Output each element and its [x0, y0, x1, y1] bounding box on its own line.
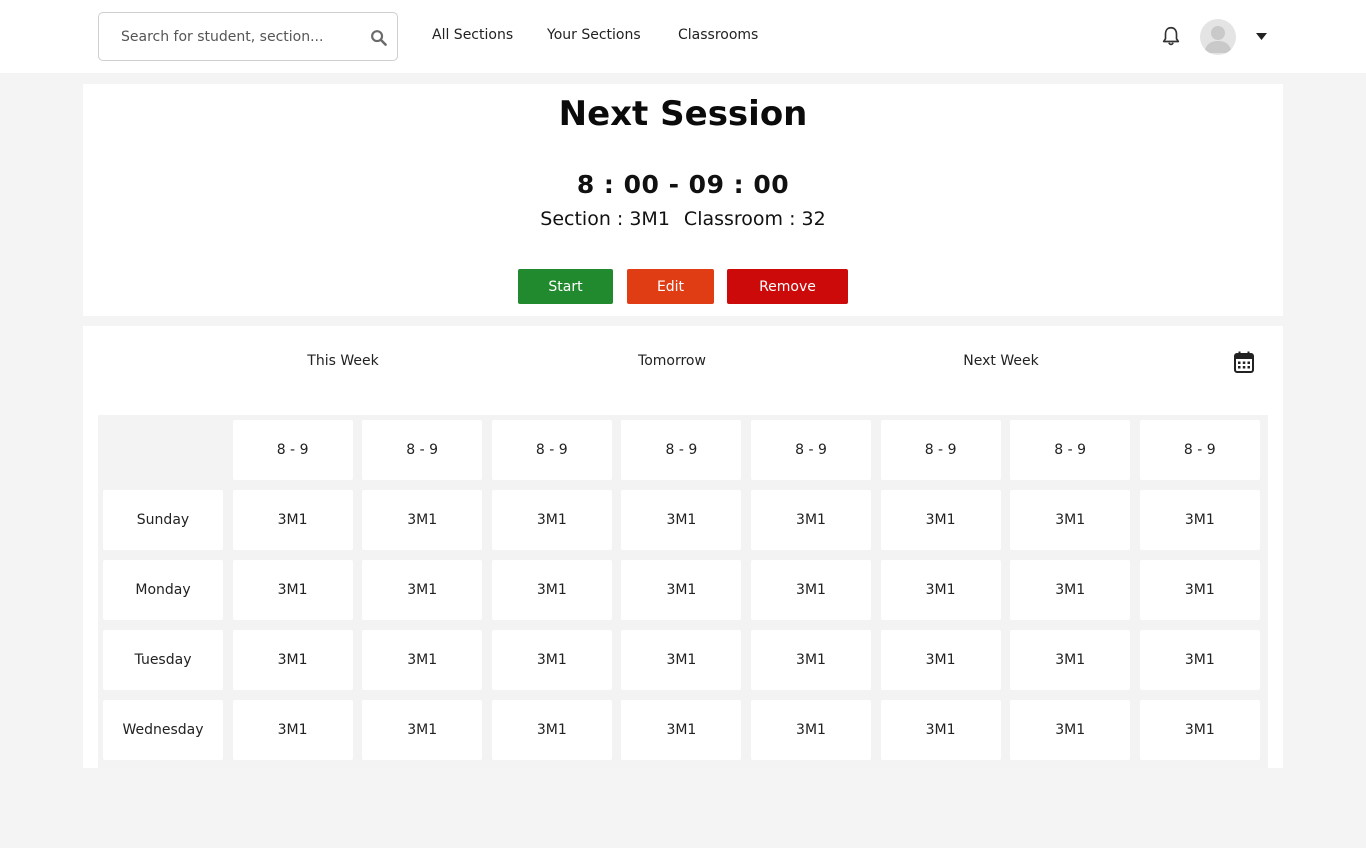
time-slot-header: 8 - 9 [751, 420, 871, 480]
schedule-cell[interactable]: 3M1 [880, 700, 1001, 760]
schedule-cell[interactable]: 3M1 [751, 560, 871, 620]
schedule-cell[interactable]: 3M1 [1010, 560, 1131, 620]
time-slot-header: 8 - 9 [362, 420, 483, 480]
search-icon[interactable] [370, 29, 387, 46]
time-slot-header: 8 - 9 [621, 420, 742, 480]
schedule-cell[interactable]: 3M1 [1010, 490, 1131, 550]
time-slot-header: 8 - 9 [1139, 420, 1260, 480]
schedule-cell[interactable]: 3M1 [491, 490, 612, 550]
schedule-cell[interactable]: 3M1 [751, 630, 871, 690]
schedule-cell[interactable]: 3M1 [621, 560, 742, 620]
caret-down-icon[interactable] [1255, 32, 1268, 41]
schedule-cell[interactable]: 3M1 [362, 490, 483, 550]
schedule-cell[interactable]: 3M1 [751, 700, 871, 760]
schedule-grid: 8 - 98 - 98 - 98 - 98 - 98 - 98 - 98 - 9… [98, 415, 1268, 768]
schedule-card: This Week Tomorrow Next Week 8 - 98 - 98… [83, 326, 1283, 768]
schedule-cell[interactable]: 3M1 [880, 490, 1001, 550]
nav-all-sections[interactable]: All Sections [432, 27, 513, 43]
schedule-cell[interactable]: 3M1 [232, 700, 353, 760]
schedule-cell[interactable]: 3M1 [880, 630, 1001, 690]
time-slot-header: 8 - 9 [491, 420, 612, 480]
user-avatar-icon[interactable] [1200, 19, 1236, 55]
calendar-icon[interactable] [1234, 351, 1254, 373]
top-navigation-bar: All Sections Your Sections Classrooms [0, 0, 1366, 73]
start-button[interactable]: Start [518, 269, 613, 304]
session-classroom: Classroom : 32 [683, 208, 826, 230]
day-label: Wednesday [103, 700, 223, 760]
schedule-cell[interactable]: 3M1 [751, 490, 871, 550]
tab-next-week[interactable]: Next Week [921, 353, 1081, 369]
schedule-cell[interactable]: 3M1 [491, 630, 612, 690]
schedule-cell[interactable]: 3M1 [232, 630, 353, 690]
schedule-cell[interactable]: 3M1 [621, 630, 742, 690]
schedule-cell[interactable]: 3M1 [880, 560, 1001, 620]
schedule-cell[interactable]: 3M1 [362, 630, 483, 690]
schedule-cell[interactable]: 3M1 [1139, 560, 1260, 620]
remove-button[interactable]: Remove [727, 269, 848, 304]
schedule-cell[interactable]: 3M1 [362, 700, 483, 760]
schedule-cell[interactable]: 3M1 [1139, 700, 1260, 760]
schedule-cell[interactable]: 3M1 [1139, 630, 1260, 690]
nav-your-sections[interactable]: Your Sections [547, 27, 641, 43]
search-box [98, 12, 398, 61]
day-label: Sunday [103, 490, 223, 550]
schedule-cell[interactable]: 3M1 [1139, 490, 1260, 550]
tab-this-week[interactable]: This Week [263, 353, 423, 369]
schedule-cell[interactable]: 3M1 [491, 700, 612, 760]
schedule-cell[interactable]: 3M1 [362, 560, 483, 620]
schedule-cell[interactable]: 3M1 [232, 560, 353, 620]
bell-icon[interactable] [1160, 25, 1182, 47]
session-section: Section : 3M1 [540, 208, 670, 230]
edit-button[interactable]: Edit [627, 269, 714, 304]
next-session-card: Next Session 8 : 00 - 09 : 00 Section : … [83, 84, 1283, 316]
schedule-cell[interactable]: 3M1 [1010, 700, 1131, 760]
time-slot-header: 8 - 9 [880, 420, 1001, 480]
next-session-title: Next Session [558, 94, 808, 134]
session-details: Section : 3M1 Classroom : 32 [83, 208, 1283, 230]
session-time: 8 : 00 - 09 : 00 [576, 170, 790, 199]
day-label: Monday [103, 560, 223, 620]
day-label: Tuesday [103, 630, 223, 690]
schedule-cell[interactable]: 3M1 [491, 560, 612, 620]
search-input[interactable] [121, 13, 361, 60]
time-slot-header: 8 - 9 [1010, 420, 1131, 480]
time-slot-header: 8 - 9 [232, 420, 353, 480]
schedule-cell[interactable]: 3M1 [621, 700, 742, 760]
tab-tomorrow[interactable]: Tomorrow [592, 353, 752, 369]
schedule-cell[interactable]: 3M1 [1010, 630, 1131, 690]
nav-classrooms[interactable]: Classrooms [678, 27, 758, 43]
schedule-cell[interactable]: 3M1 [232, 490, 353, 550]
schedule-cell[interactable]: 3M1 [621, 490, 742, 550]
